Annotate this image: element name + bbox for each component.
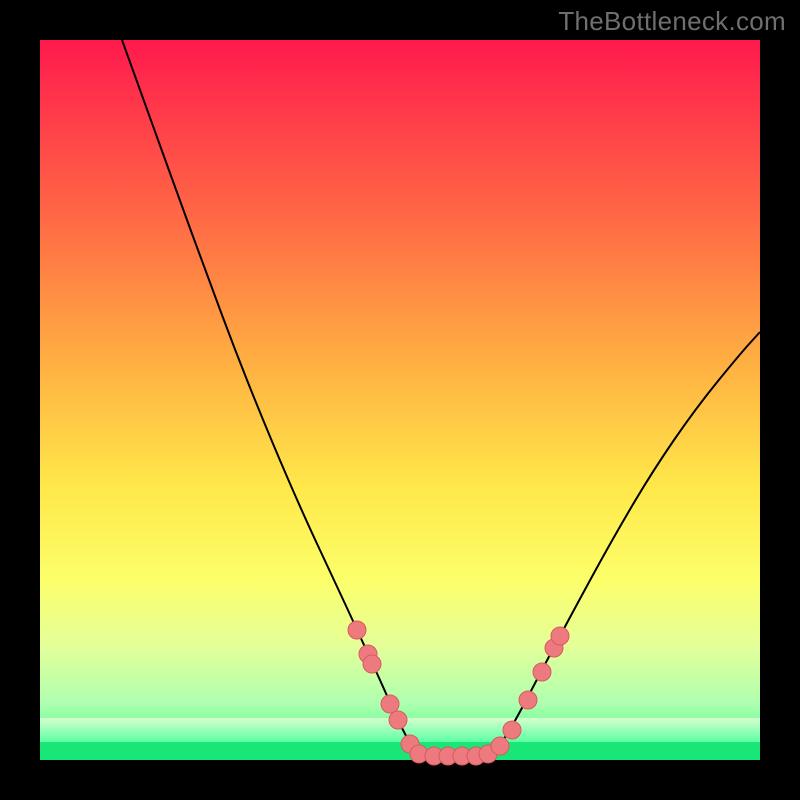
curve-left [122,40,426,756]
marker-dot [348,621,366,639]
marker-dot [519,691,537,709]
marker-dot [363,655,381,673]
source-label: TheBottleneck.com [558,6,786,37]
marker-dot [381,695,399,713]
marker-dot [491,737,509,755]
marker-group [348,621,569,765]
marker-dot [503,721,521,739]
marker-dot [533,663,551,681]
chart-svg [40,40,760,760]
plot-area [40,40,760,760]
chart-frame: TheBottleneck.com [0,0,800,800]
marker-dot [551,627,569,645]
marker-dot [389,711,407,729]
